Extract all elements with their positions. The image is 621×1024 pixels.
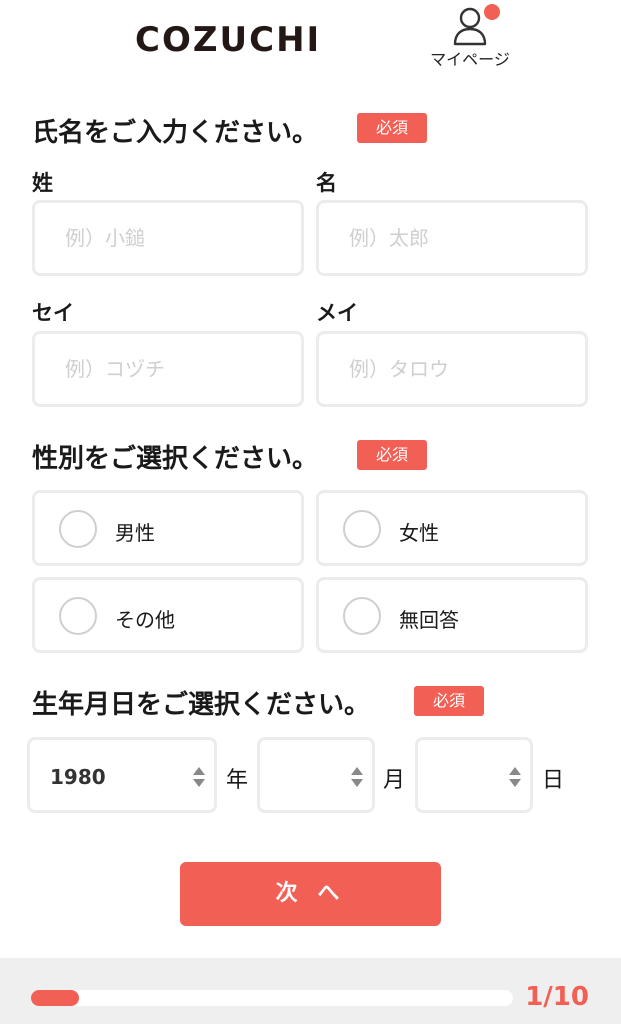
- year-unit: 年: [226, 768, 249, 793]
- birth-year-select[interactable]: 1980: [27, 737, 217, 813]
- gender-option-male[interactable]: 男性: [32, 490, 304, 566]
- gender-option-other[interactable]: その他: [32, 577, 304, 653]
- radio-button[interactable]: [343, 597, 381, 635]
- gender-option-female[interactable]: 女性: [316, 490, 588, 566]
- required-badge: 必須: [414, 686, 484, 716]
- progress-footer: 1/10: [0, 958, 621, 1024]
- gender-option-no-answer[interactable]: 無回答: [316, 577, 588, 653]
- mypage-label: マイページ: [430, 50, 510, 69]
- required-badge: 必須: [357, 440, 427, 470]
- last-name-input[interactable]: [32, 200, 304, 276]
- header: COZUCHI マイページ: [0, 0, 621, 90]
- first-name-kana-input[interactable]: [316, 331, 588, 407]
- progress-bar-fill: [31, 990, 79, 1006]
- gender-option-label: 無回答: [399, 608, 459, 632]
- first-name-kana-label: メイ: [316, 301, 358, 325]
- gender-option-label: 女性: [399, 521, 439, 545]
- radio-button[interactable]: [59, 510, 97, 548]
- first-name-input[interactable]: [316, 200, 588, 276]
- select-arrows-icon: [193, 767, 205, 787]
- select-arrows-icon: [509, 767, 521, 787]
- radio-button[interactable]: [59, 597, 97, 635]
- birth-month-select[interactable]: [257, 737, 375, 813]
- user-icon: [453, 7, 487, 46]
- birth-year-value: 1980: [50, 765, 106, 789]
- mypage-button[interactable]: マイページ: [424, 4, 516, 70]
- gender-section-title: 性別をご選択ください。: [32, 444, 319, 474]
- month-unit: 月: [383, 768, 406, 793]
- last-name-label: 姓: [32, 171, 53, 195]
- brand-logo[interactable]: COZUCHI: [135, 20, 321, 60]
- select-arrows-icon: [351, 767, 363, 787]
- birth-day-select[interactable]: [415, 737, 533, 813]
- required-badge: 必須: [357, 113, 427, 143]
- radio-button[interactable]: [343, 510, 381, 548]
- progress-text: 1/10: [525, 982, 589, 1012]
- first-name-label: 名: [316, 171, 337, 195]
- birthdate-section-title: 生年月日をご選択ください。: [32, 690, 371, 720]
- gender-option-label: その他: [115, 608, 175, 632]
- last-name-kana-label: セイ: [32, 301, 74, 325]
- next-button[interactable]: 次 へ: [180, 862, 441, 926]
- last-name-kana-input[interactable]: [32, 331, 304, 407]
- gender-option-label: 男性: [115, 521, 155, 545]
- progress-bar: [31, 990, 513, 1006]
- day-unit: 日: [542, 768, 565, 793]
- notification-dot: [484, 4, 500, 20]
- name-section-title: 氏名をご入力ください。: [32, 118, 319, 148]
